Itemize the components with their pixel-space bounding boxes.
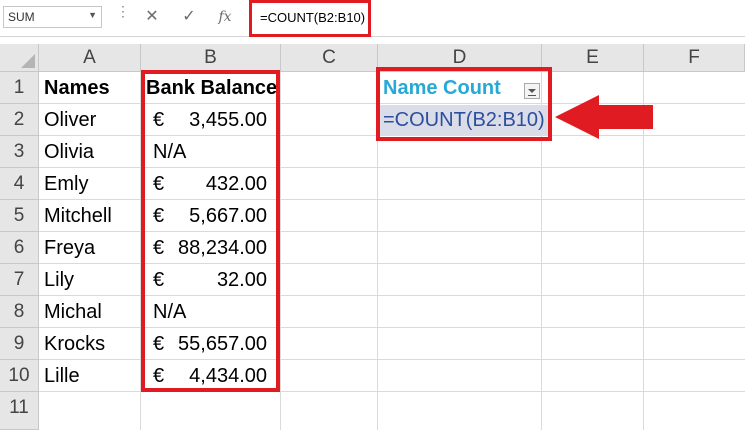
column-b-highlight-box: [141, 70, 280, 392]
cell-a2[interactable]: Oliver: [44, 104, 96, 136]
cell-a4[interactable]: Emly: [44, 168, 88, 200]
name-count-highlight-box: [376, 67, 552, 141]
gridline: [280, 72, 281, 430]
row-header-5[interactable]: 5: [0, 200, 39, 232]
name-box-value: SUM: [8, 10, 35, 24]
row-header-7[interactable]: 7: [0, 264, 39, 296]
cell-a10[interactable]: Lille: [44, 360, 80, 392]
select-all-button[interactable]: [0, 44, 39, 72]
formula-bar: SUM ▼ ⋮ ✕ ✓ fx =COUNT(B2:B10): [0, 0, 745, 37]
row-header-6[interactable]: 6: [0, 232, 39, 264]
row-header-8[interactable]: 8: [0, 296, 39, 328]
row-header-4[interactable]: 4: [0, 168, 39, 200]
row-header-9[interactable]: 9: [0, 328, 39, 360]
row-header-2[interactable]: 2: [0, 104, 39, 136]
row-header-10[interactable]: 10: [0, 360, 39, 392]
chevron-down-icon[interactable]: ▼: [88, 10, 97, 20]
name-box[interactable]: SUM ▼: [3, 6, 102, 28]
cell-a6[interactable]: Freya: [44, 232, 95, 264]
drag-handle-icon[interactable]: ⋮: [116, 4, 130, 18]
row-header-1[interactable]: 1: [0, 72, 39, 104]
cell-a9[interactable]: Krocks: [44, 328, 105, 360]
column-header-a[interactable]: A: [39, 44, 141, 72]
formula-highlight-box: [249, 0, 371, 37]
cell-a1[interactable]: Names: [44, 72, 110, 104]
insert-function-button[interactable]: fx: [212, 6, 238, 28]
cell-a3[interactable]: Olivia: [44, 136, 94, 168]
spreadsheet-grid: A B C D E F 1 2 3 4 5 6 7 8 9 10 11 Name…: [0, 44, 745, 430]
cancel-button[interactable]: ✕: [139, 6, 165, 28]
red-left-arrow-icon: [555, 95, 653, 139]
column-header-c[interactable]: C: [281, 44, 378, 72]
row-header-3[interactable]: 3: [0, 136, 39, 168]
column-header-b[interactable]: B: [141, 44, 281, 72]
cell-a8[interactable]: Michal: [44, 296, 102, 328]
enter-button[interactable]: ✓: [176, 6, 202, 28]
column-header-f[interactable]: F: [644, 44, 745, 72]
row-header-11[interactable]: 11: [0, 392, 39, 430]
cell-a5[interactable]: Mitchell: [44, 200, 112, 232]
cell-a7[interactable]: Lily: [44, 264, 74, 296]
column-header-e[interactable]: E: [542, 44, 644, 72]
